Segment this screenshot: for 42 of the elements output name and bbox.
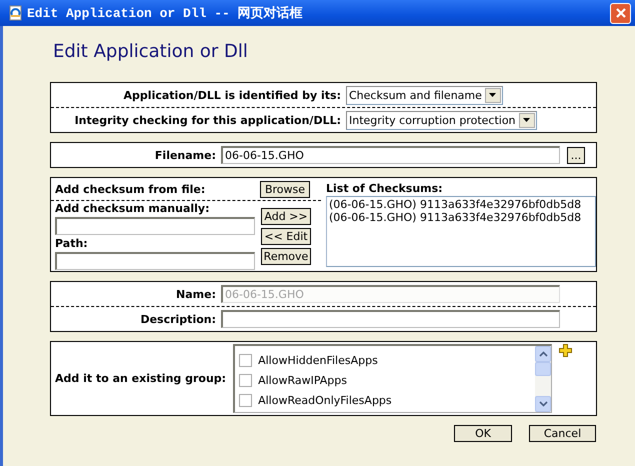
checksum-list[interactable]: (06-06-15.GHO) 9113a633f4e32976bf0db5d8 (06-06-15.GHO) 9113a633f4e32976bf0db5d8 — [326, 196, 596, 267]
input-field[interactable] — [55, 252, 255, 270]
page-icon — [8, 5, 24, 21]
field-label: Integrity checking for this application/DLL: — [74, 114, 342, 126]
input-field[interactable] — [221, 310, 560, 328]
field-label: Add checksum from file: — [55, 182, 206, 196]
dialog-button[interactable]: Cancel — [529, 425, 596, 442]
field-label: Name: — [175, 288, 217, 300]
checkbox-label: AllowReadOnlyFilesApps — [258, 394, 392, 406]
action-button[interactable]: Remove — [261, 248, 311, 265]
input-field[interactable]: 06-06-15.GHO — [221, 146, 560, 164]
close-button[interactable] — [610, 2, 631, 24]
field-label: Application/DLL is identified by its: — [122, 88, 342, 102]
dialog-heading: Edit Application or Dll — [53, 41, 249, 64]
scroll-thumb[interactable] — [535, 362, 552, 376]
field-label: List of Checksums: — [326, 182, 444, 195]
checkbox-label: AllowRawIPApps — [258, 374, 347, 386]
plus-icon[interactable] — [559, 344, 572, 357]
action-button[interactable]: Add >> — [261, 208, 311, 225]
field-label: Description: — [139, 312, 217, 326]
action-button[interactable]: << Edit — [261, 228, 311, 245]
caret-icon — [518, 112, 535, 128]
dialog-button[interactable]: OK — [454, 425, 512, 442]
dropdown[interactable]: Integrity corruption protection — [346, 110, 537, 130]
close-icon — [614, 7, 626, 19]
caret-icon — [484, 88, 501, 102]
field-label: Path: — [55, 237, 89, 250]
list-item[interactable]: (06-06-15.GHO) 9113a633f4e32976bf0db5d8 — [329, 211, 593, 224]
field-label: Add checksum manually: — [55, 202, 210, 215]
checkbox[interactable] — [239, 394, 252, 406]
checkbox-label: AllowHiddenFilesApps — [258, 354, 378, 366]
browse-button[interactable]: ... — [567, 146, 585, 164]
browse-button[interactable]: Browse — [260, 180, 310, 198]
input-field[interactable] — [55, 217, 255, 235]
list-item[interactable]: (06-06-15.GHO) 9113a633f4e32976bf0db5d8 — [329, 198, 593, 211]
window-title: Edit Application or Dll -- 网页对话框 — [27, 5, 304, 22]
field-label: Add it to an existing group: — [54, 372, 228, 385]
dropdown[interactable]: Checksum and filename — [346, 86, 503, 104]
field-label: Filename: — [154, 148, 217, 162]
checkbox[interactable] — [239, 354, 252, 366]
checkbox[interactable] — [239, 374, 252, 386]
scrollbar[interactable] — [535, 346, 552, 412]
